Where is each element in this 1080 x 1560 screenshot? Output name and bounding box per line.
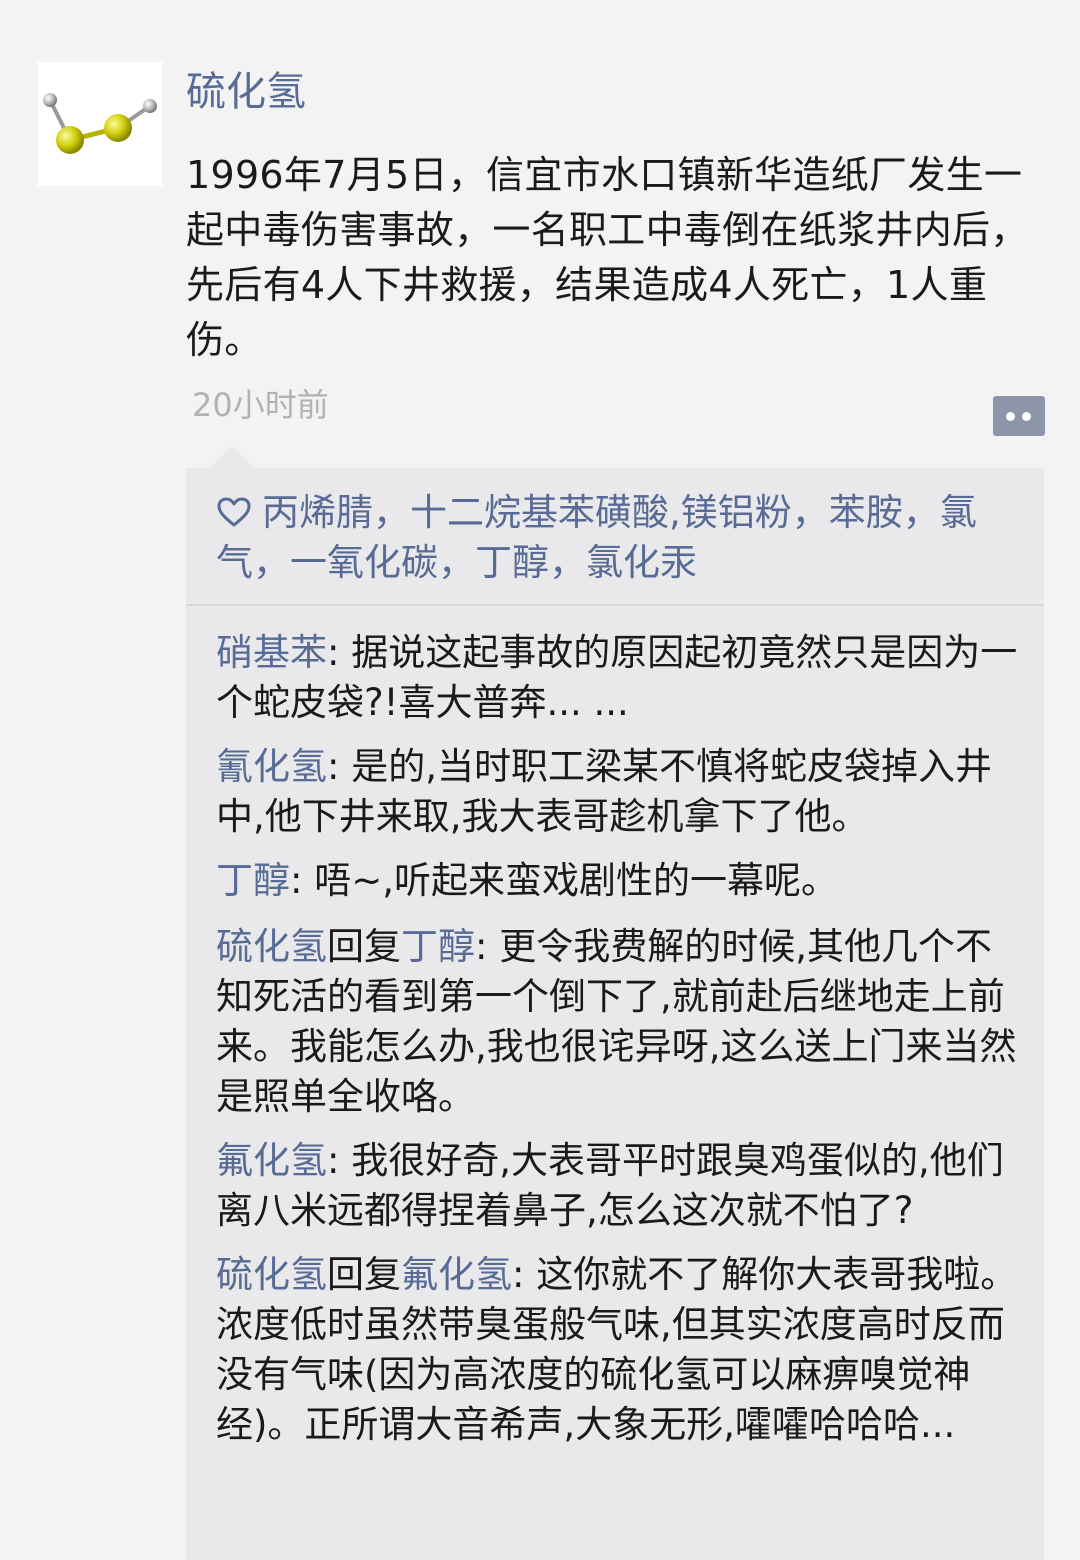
comment-author[interactable]: 硫化氢 (216, 1253, 327, 1296)
comment-text: 唔~,听起来蛮戏剧性的一幕呢。 (314, 859, 838, 902)
post-timestamp: 20小时前 (192, 386, 329, 424)
likes-names[interactable]: 丙烯腈，十二烷基苯磺酸,镁铝粉，苯胺，氯气，一氧化碳，丁醇，氯化汞 (216, 491, 977, 584)
comment-author[interactable]: 氟化氢 (216, 1139, 327, 1182)
comment-item[interactable]: 氰化氢: 是的,当时职工梁某不慎将蛇皮袋掉入井中,他下井来取,我大表哥趁机拿下了… (216, 742, 1028, 842)
h2s-molecule-icon (43, 93, 157, 154)
comment-colon: : (327, 745, 352, 788)
comment-colon: : (327, 631, 352, 674)
post-author[interactable]: 硫化氢 (186, 64, 306, 120)
comment-item[interactable]: 硫化氢回复丁醇: 更令我费解的时候,其他几个不知死活的看到第一个倒下了,就前赴后… (216, 922, 1028, 1122)
comment-item[interactable]: 丁醇: 唔~,听起来蛮戏剧性的一幕呢。 (216, 856, 1028, 906)
comment-author[interactable]: 丁醇 (216, 859, 290, 902)
post-text: 1996年7月5日，信宜市水口镇新华造纸厂发生一起中毒伤害事故，一名职工中毒倒在… (186, 153, 1029, 362)
reply-word: 回复 (327, 925, 401, 968)
reply-word: 回复 (327, 1253, 401, 1296)
comments-list: 硝基苯: 据说这起事故的原因起初竟然只是因为一个蛇皮袋?!喜大普奔... ...… (216, 628, 1028, 1464)
comment-item[interactable]: 硫化氢回复氟化氢: 这你就不了解你大表哥我啦。浓度低时虽然带臭蛋般气味,但其实浓… (216, 1250, 1028, 1450)
more-button[interactable] (993, 396, 1045, 436)
reply-to-name[interactable]: 丁醇 (401, 925, 475, 968)
likes-list: 丙烯腈，十二烷基苯磺酸,镁铝粉，苯胺，氯气，一氧化碳，丁醇，氯化汞 (216, 488, 1028, 588)
comment-item[interactable]: 氟化氢: 我很好奇,大表哥平时跟臭鸡蛋似的,他们离八米远都得捏着鼻子,怎么这次就… (216, 1136, 1028, 1236)
more-dots-icon (1006, 412, 1015, 421)
interaction-panel: 丙烯腈，十二烷基苯磺酸,镁铝粉，苯胺，氯气，一氧化碳，丁醇，氯化汞 硝基苯: 据… (186, 468, 1044, 1560)
comment-colon: : (327, 1139, 352, 1182)
comment-author[interactable]: 氰化氢 (216, 745, 327, 788)
reply-to-name[interactable]: 氟化氢 (401, 1253, 512, 1296)
more-dots-icon (1022, 412, 1031, 421)
comment-item[interactable]: 硝基苯: 据说这起事故的原因起初竟然只是因为一个蛇皮袋?!喜大普奔... ... (216, 628, 1028, 728)
comment-author[interactable]: 硝基苯 (216, 631, 327, 674)
comment-colon: : (290, 859, 315, 902)
comment-colon: : (475, 925, 500, 968)
bubble-pointer (210, 446, 254, 468)
heart-icon (217, 497, 251, 527)
avatar[interactable] (38, 62, 162, 186)
divider (186, 604, 1044, 606)
comment-colon: : (512, 1253, 537, 1296)
comment-author[interactable]: 硫化氢 (216, 925, 327, 968)
